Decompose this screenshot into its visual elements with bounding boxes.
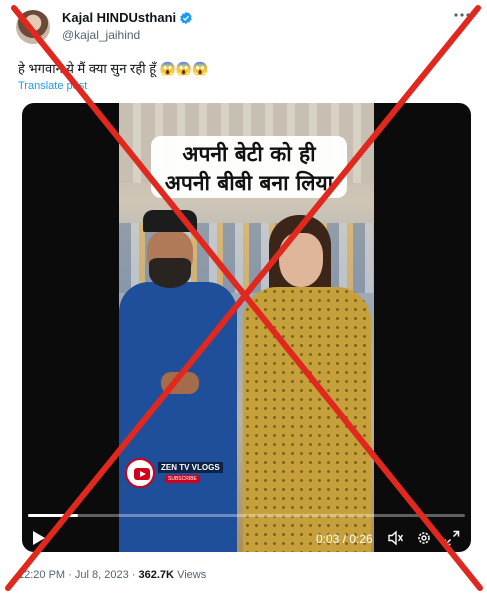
man-cap [143,210,197,232]
name-row: Kajal HINDUsthani [62,10,193,25]
caption-line-2: अपनी बीबी बना लिया [164,171,334,195]
progress-fill [28,514,79,517]
video-time: 0:03 / 0:26 [316,532,373,546]
channel-logo: ZEN TV VLOGS SUBSCRIBE [125,458,225,488]
verified-icon [180,11,192,24]
channel-name: ZEN TV VLOGS [158,462,223,473]
logo-circle [125,458,155,488]
tweet-header: Kajal HINDUsthani @kajal_jaihind [16,8,471,48]
woman-figure [231,215,374,552]
man-beard [149,258,191,288]
video-caption: अपनी बेटी को ही अपनी बीबी बना लिया [151,136,347,198]
gear-icon[interactable] [416,530,432,546]
views-label: Views [177,569,207,581]
display-name[interactable]: Kajal HINDUsthani [62,10,176,25]
woman-face [279,233,323,287]
tweet-meta: 12:20 PM · Jul 8, 2023 · 362.7K Views [18,569,206,581]
video-controls: 0:03 / 0:26 [22,508,471,552]
youtube-play-icon [134,468,150,480]
progress-bar[interactable] [28,514,465,517]
translate-link[interactable]: Translate post [18,80,87,92]
avatar[interactable] [16,10,50,44]
video-frame: अपनी बेटी को ही अपनी बीबी बना लिया ZEN T… [119,103,374,552]
meta-separator-1: · [68,569,72,581]
handle[interactable]: @kajal_jaihind [62,28,140,42]
caption-line-1: अपनी बेटी को ही [182,142,316,166]
man-figure [119,210,239,552]
views-count: 362.7K [138,569,174,581]
post-time[interactable]: 12:20 PM [18,569,65,581]
more-icon[interactable] [453,12,471,18]
channel-subscribe: SUBSCRIBE [165,475,200,483]
volume-icon[interactable] [388,530,404,546]
meta-separator-2: · [131,569,136,581]
post-date[interactable]: Jul 8, 2023 [75,569,129,581]
play-icon[interactable] [32,530,46,546]
video-player[interactable]: अपनी बेटी को ही अपनी बीबी बना लिया ZEN T… [22,103,471,552]
tweet-text: हे भगवान ये मैं क्या सुन रही हूँ 😱😱😱 [18,61,209,76]
man-hands [161,372,199,394]
fullscreen-icon[interactable] [444,530,460,546]
